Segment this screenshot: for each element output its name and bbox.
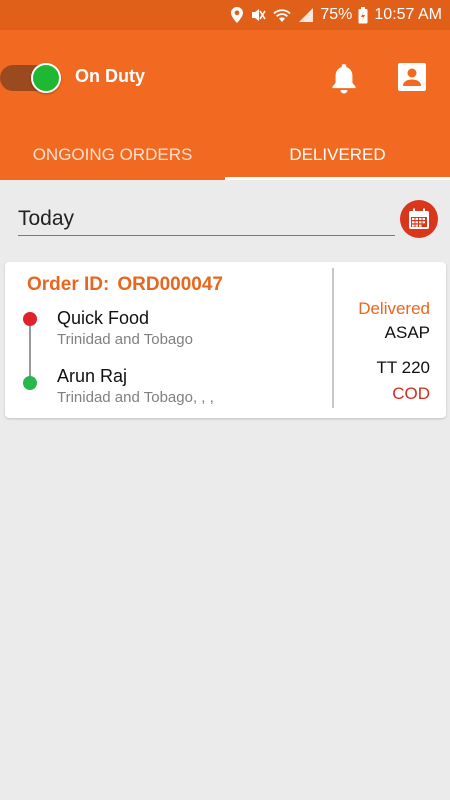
order-id: Order ID: ORD000047 bbox=[27, 274, 223, 296]
calendar-icon bbox=[409, 208, 429, 229]
tab-label: DELIVERED bbox=[289, 145, 386, 164]
calendar-button[interactable] bbox=[400, 200, 438, 238]
pickup-address: Trinidad and Tobago bbox=[57, 331, 193, 348]
battery-percent: 75% bbox=[320, 6, 353, 23]
clock: 10:57 AM bbox=[374, 6, 442, 23]
profile-icon[interactable] bbox=[397, 62, 427, 92]
tab-indicator bbox=[225, 177, 450, 180]
order-status: Delivered bbox=[358, 299, 430, 318]
order-id-value: ORD000047 bbox=[117, 274, 223, 295]
location-icon bbox=[231, 7, 244, 23]
order-card[interactable]: Order ID: ORD000047 Quick Food Trinidad a… bbox=[5, 262, 446, 418]
duty-label: On Duty bbox=[75, 66, 145, 86]
route-line bbox=[29, 320, 31, 380]
dropoff-dot bbox=[23, 376, 37, 390]
delivery-time: ASAP bbox=[384, 323, 430, 342]
app-bar: On Duty ONGOING ORDERS DELIVERED bbox=[0, 30, 450, 180]
status-bar: 75% 10:57 AM bbox=[0, 0, 450, 30]
pickup-name: Quick Food bbox=[57, 308, 150, 328]
toggle-knob bbox=[31, 63, 61, 93]
dropoff-name: Arun Raj bbox=[57, 366, 128, 386]
payment-method: COD bbox=[392, 384, 430, 403]
card-divider bbox=[332, 268, 334, 408]
mute-icon bbox=[252, 9, 267, 21]
date-filter-field[interactable]: Today bbox=[18, 200, 395, 236]
tab-ongoing-orders[interactable]: ONGOING ORDERS bbox=[0, 130, 225, 180]
bell-icon[interactable] bbox=[329, 61, 359, 95]
order-id-label: Order ID: bbox=[27, 274, 110, 295]
signal-icon bbox=[299, 8, 314, 22]
wifi-icon bbox=[273, 9, 291, 22]
battery-icon bbox=[358, 6, 368, 23]
tab-bar: ONGOING ORDERS DELIVERED bbox=[0, 130, 450, 180]
dropoff-address: Trinidad and Tobago, , , bbox=[57, 389, 214, 406]
date-filter-value: Today bbox=[18, 207, 75, 230]
pickup-dot bbox=[23, 312, 37, 326]
order-amount: TT 220 bbox=[376, 358, 430, 377]
tab-label: ONGOING ORDERS bbox=[32, 145, 193, 164]
tab-delivered[interactable]: DELIVERED bbox=[225, 130, 450, 180]
duty-toggle[interactable] bbox=[0, 63, 62, 93]
